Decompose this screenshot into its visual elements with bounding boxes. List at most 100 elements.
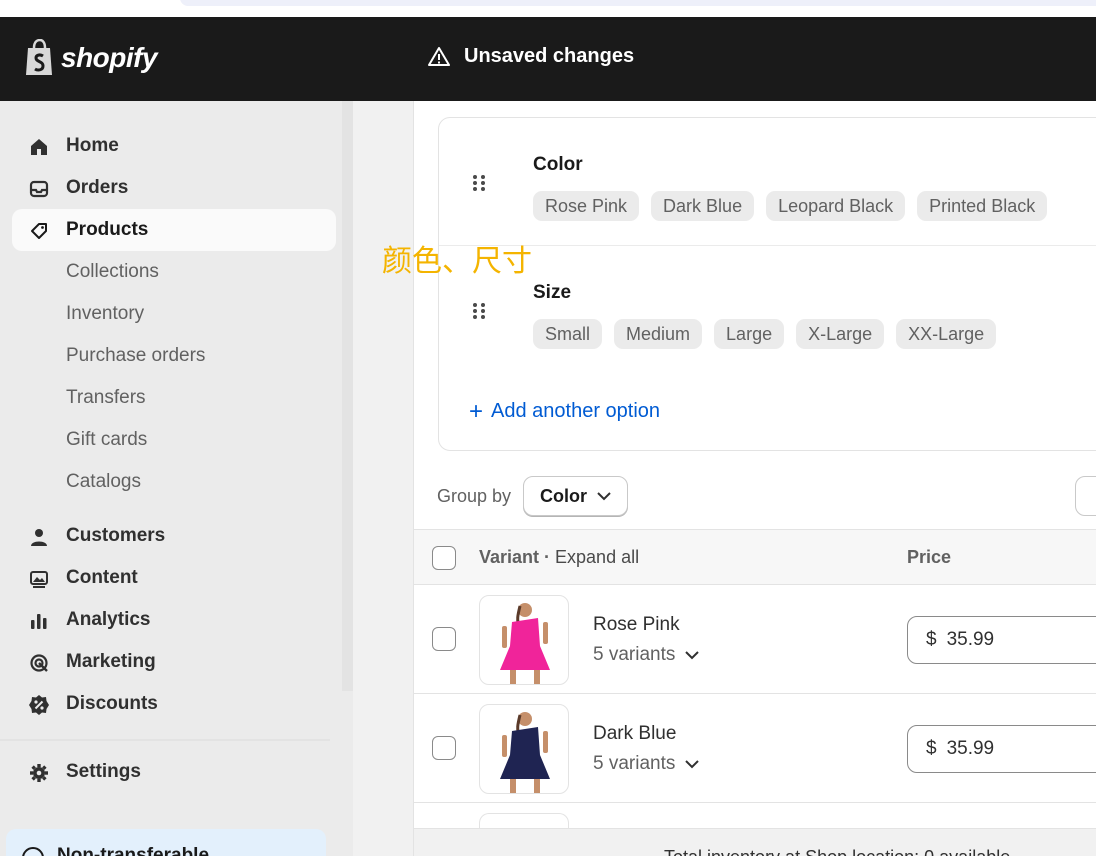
row-checkbox[interactable] [432,736,456,760]
add-option-label: Add another option [491,400,661,422]
sidebar-item-content[interactable]: Content [12,557,336,599]
image-icon [28,568,50,590]
column-header-price: Price [907,547,952,567]
top-bar: shopify Unsaved changes [0,17,1096,101]
price-input[interactable]: $ 35.99 [907,725,1096,773]
unsaved-changes-text: Unsaved changes [464,45,635,67]
sidebar-item-orders[interactable]: Orders [12,167,336,209]
sidebar-item-customers[interactable]: Customers [12,515,336,557]
variants-count: 5 variants [593,753,676,774]
option-value-chip: X-Large [796,319,885,349]
sidebar-item-products[interactable]: Products [12,209,336,251]
product-thumbnail[interactable] [479,595,569,685]
chevron-down-icon [685,650,700,659]
product-thumbnail[interactable] [479,704,569,794]
sidebar-subitem-catalogs[interactable]: Catalogs [66,471,141,493]
bar-chart-icon [28,610,50,632]
variants-toggle[interactable]: 5 variants [593,753,700,775]
option-value-chip: Large [714,319,785,349]
sidebar-item-label: Analytics [66,609,151,630]
banner-text: Non-transferable [57,845,210,856]
sidebar-scrollbar[interactable] [342,101,353,691]
price-value: 35.99 [946,738,995,759]
home-icon [28,136,50,158]
sidebar-item-discounts[interactable]: Discounts [12,683,336,725]
search-filter-button[interactable] [1075,476,1096,516]
sidebar-subitem-collections[interactable]: Collections [66,261,159,283]
annotation-text: 颜色、尺寸 [382,244,532,279]
tag-icon [28,220,50,242]
discount-icon [28,694,50,716]
drag-handle-icon[interactable] [472,302,486,320]
option-value-chip: Leopard Black [766,191,906,221]
address-bar[interactable] [180,0,1096,6]
shopify-logo[interactable]: shopify [24,39,158,77]
option-value-chip: Small [533,319,603,349]
sidebar-item-label: Content [66,567,138,588]
sidebar: Home Orders Products Collections Invento… [0,101,353,856]
sidebar-item-label: Settings [66,761,141,782]
price-input[interactable]: $ 35.99 [907,616,1096,664]
gear-icon [28,762,50,784]
option-row-size[interactable]: Size Small Medium Large X-Large XX-Large [439,245,1096,372]
variant-group-name: Rose Pink [593,614,680,635]
sidebar-item-label: Products [66,219,149,240]
swimsuit-image [500,603,550,684]
sidebar-item-label: Discounts [66,693,158,714]
variants-table-header: Variant · Expand all Price [414,529,1096,585]
browser-tab-strip [0,0,1096,17]
group-by-select[interactable]: Color [523,476,629,516]
currency-symbol: $ [926,738,937,759]
group-by-value: Color [540,485,588,506]
column-header-variant: Variant · Expand all [479,547,640,567]
drag-handle-icon[interactable] [472,174,486,192]
swimsuit-image [500,712,550,793]
variant-header-label: Variant [479,547,540,567]
person-icon [28,526,50,548]
variants-toggle[interactable]: 5 variants [593,644,700,666]
group-by-control: Group by Color [437,476,629,516]
price-value: 35.99 [946,629,995,650]
target-icon [28,652,50,674]
sidebar-item-label: Customers [66,525,166,546]
sidebar-item-marketing[interactable]: Marketing [12,641,336,683]
table-row[interactable]: Rose Pink 5 variants $ 35.99 [414,585,1096,694]
add-another-option-button[interactable]: + Add another option [469,397,661,425]
chevron-down-icon [597,491,611,500]
row-checkbox[interactable] [432,627,456,651]
inventory-summary-bar: Total inventory at Shop location: 0 avai… [414,828,1096,856]
sidebar-subitem-purchase-orders[interactable]: Purchase orders [66,345,205,367]
shopify-bag-icon [26,39,52,75]
non-transferable-banner[interactable]: Non-transferable [6,829,326,856]
variants-count: 5 variants [593,644,676,665]
sidebar-item-label: Marketing [66,651,156,672]
sidebar-subitem-gift-cards[interactable]: Gift cards [66,429,147,451]
select-all-checkbox[interactable] [432,546,456,570]
option-value-chip: Printed Black [917,191,1048,221]
sidebar-item-label: Home [66,135,119,156]
inbox-icon [28,178,50,200]
sidebar-item-analytics[interactable]: Analytics [12,599,336,641]
group-by-label: Group by [437,485,512,506]
brand-name: shopify [61,42,158,73]
option-name: Size [533,282,572,303]
plus-icon: + [469,397,484,425]
currency-symbol: $ [926,629,937,650]
chevron-down-icon [685,759,700,768]
options-card: Color Rose Pink Dark Blue Leopard Black … [438,117,1096,451]
table-row[interactable]: Dark Blue 5 variants $ 35.99 [414,694,1096,803]
sidebar-item-settings[interactable]: Settings [12,751,336,793]
sidebar-subitem-transfers[interactable]: Transfers [66,387,146,409]
option-value-chip: XX-Large [896,319,997,349]
option-row-color[interactable]: Color Rose Pink Dark Blue Leopard Black … [439,118,1096,245]
option-values: Rose Pink Dark Blue Leopard Black Printe… [533,191,1048,221]
warning-icon [428,46,450,66]
table-row-partial[interactable] [414,803,1096,833]
sidebar-item-home[interactable]: Home [12,125,336,167]
option-value-chip: Dark Blue [651,191,755,221]
expand-all-link[interactable]: Expand all [555,547,639,567]
sidebar-subitem-inventory[interactable]: Inventory [66,303,144,325]
option-value-chip: Rose Pink [533,191,640,221]
variant-group-name: Dark Blue [593,723,677,744]
unsaved-changes-indicator: Unsaved changes [428,45,634,68]
